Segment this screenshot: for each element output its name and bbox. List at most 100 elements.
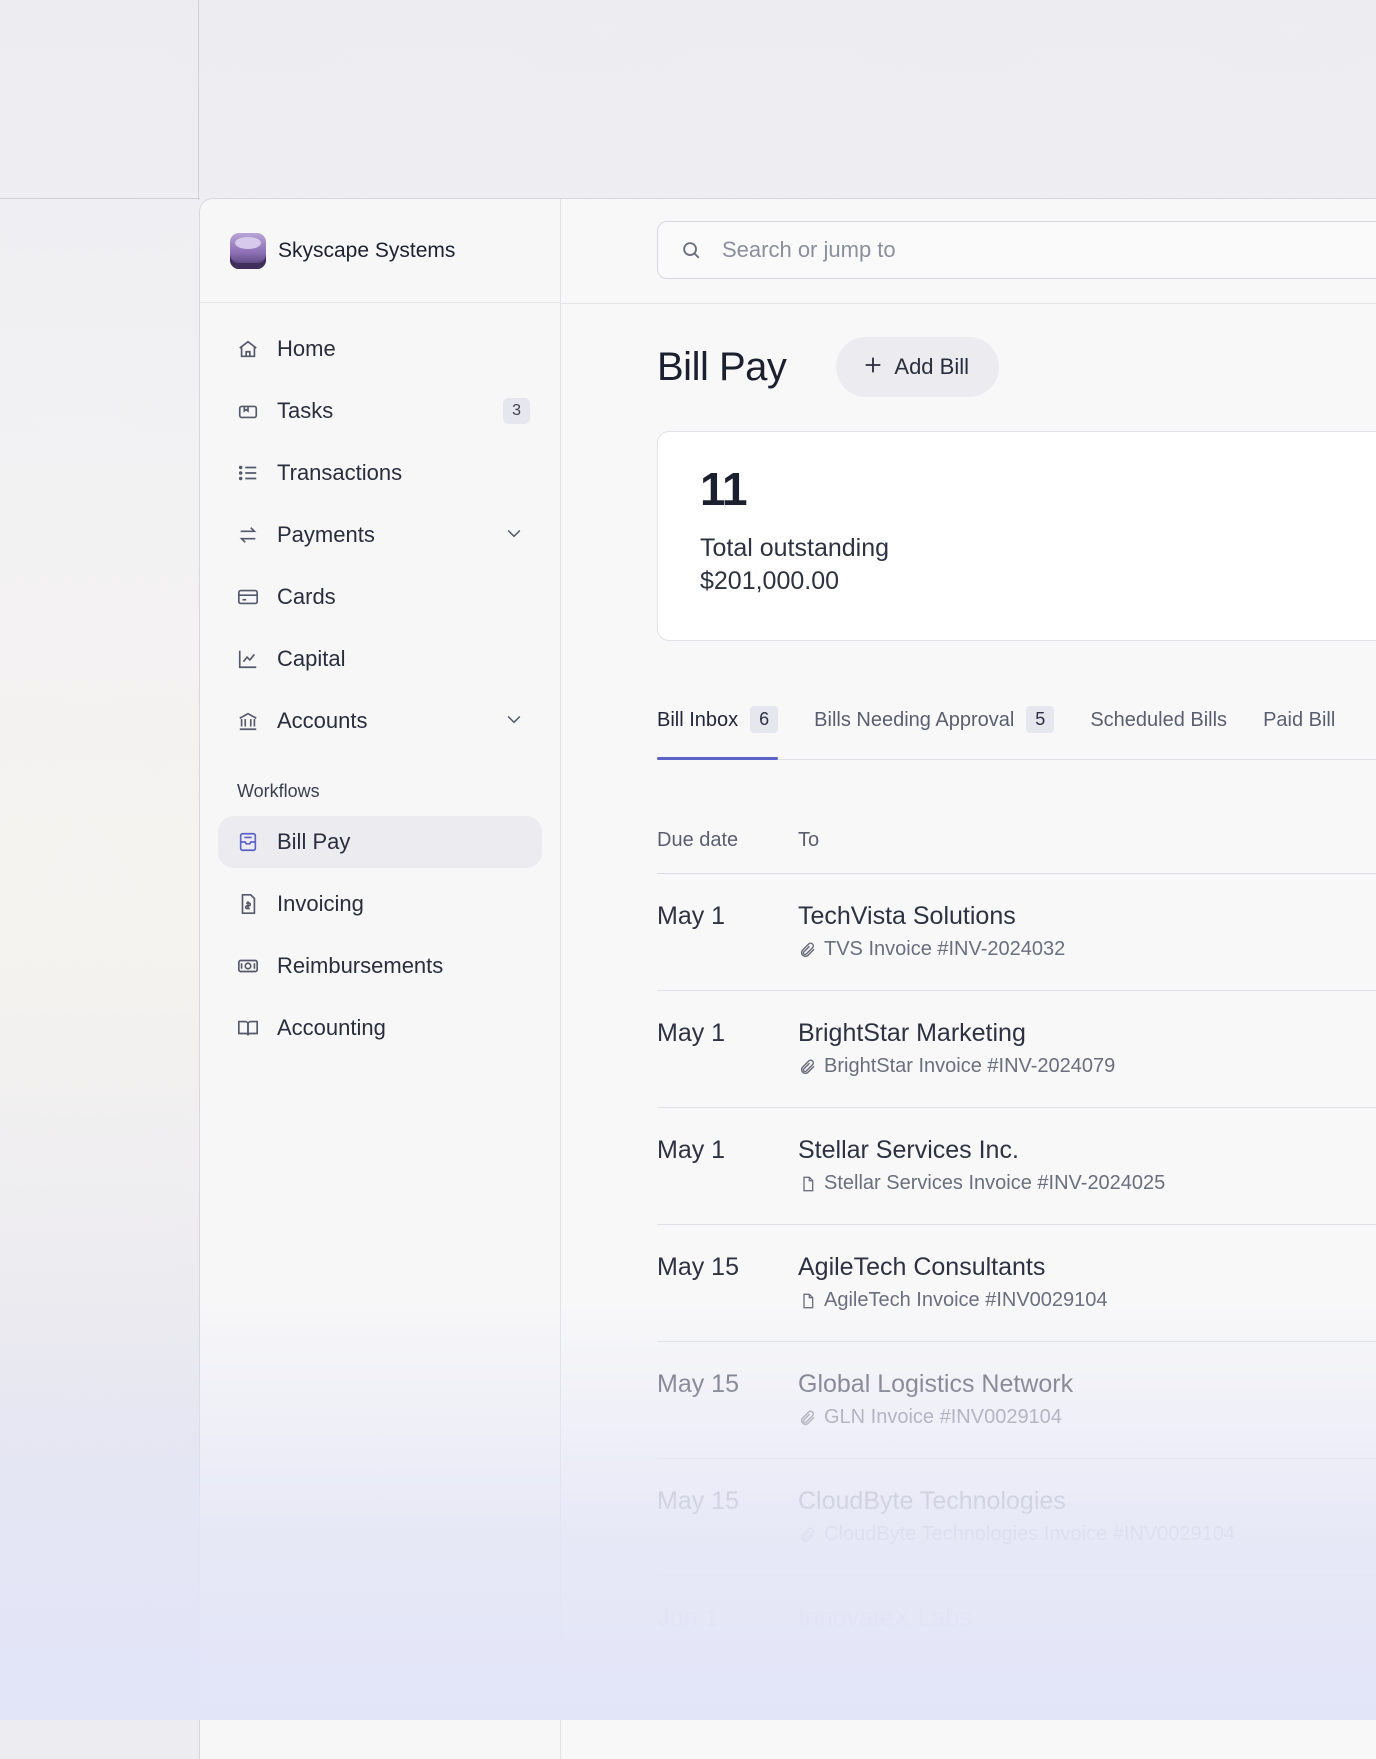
sidebar-item-tasks[interactable]: Tasks 3	[218, 385, 542, 437]
tab-bill-inbox[interactable]: Bill Inbox 6	[657, 706, 779, 760]
bills-table-body: May 1 TechVista Solutions TVS Invoice #I…	[657, 874, 1376, 1693]
book-icon	[236, 1016, 260, 1040]
invoice-label: CloudByte Technologies Invoice #INV00291…	[824, 1523, 1236, 1545]
due-date: Jun 1	[657, 1604, 719, 1632]
invoice-label: GLN Invoice #INV0029104	[824, 1406, 1062, 1428]
tab-label: Bills Needing Approval	[814, 709, 1015, 731]
sidebar-item-cards[interactable]: Cards	[218, 571, 542, 623]
sidebar-item-accounts[interactable]: Accounts	[218, 695, 542, 747]
workflows-section-label: Workflows	[237, 781, 320, 801]
sidebar-item-capital[interactable]: Capital	[218, 633, 542, 685]
due-date: May 15	[657, 1487, 739, 1515]
outstanding-caption: Total outstanding	[700, 534, 890, 562]
table-row[interactable]: May 15 AgileTech Consultants AgileTech I…	[657, 1225, 1376, 1342]
chevron-down-icon[interactable]	[504, 709, 524, 734]
main-content: Search or jump to Bill Pay Add Bill 11 T…	[561, 199, 1376, 1759]
due-date: May 1	[657, 1019, 726, 1047]
tab-label: Paid Bill	[1263, 709, 1336, 731]
app-window: Skyscape Systems Home Tasks 3 Transactio…	[199, 198, 1376, 1759]
due-date: May 15	[657, 1370, 739, 1398]
due-date: May 1	[657, 1136, 726, 1164]
tab-scheduled-bills[interactable]: Scheduled Bills	[1090, 709, 1227, 759]
summary-card: 11 Total outstanding $201,000.00	[657, 431, 1376, 641]
search-input[interactable]: Search or jump to	[657, 221, 1376, 279]
sidebar-item-label: Transactions	[277, 460, 403, 485]
sidebar-nav: Home Tasks 3 Transactions Payments Cards…	[218, 323, 542, 1064]
invoice-label: INV0022104	[912, 1640, 1024, 1662]
sidebar-item-label: Accounting	[277, 1015, 386, 1040]
home-icon	[236, 337, 260, 361]
invoice-reference: GLN Invoice #INV0029104	[798, 1406, 1062, 1429]
add-bill-label: Add Bill	[894, 354, 969, 379]
table-row[interactable]: May 1 BrightStar Marketing BrightStar In…	[657, 991, 1376, 1108]
vendor-name: Global Logistics Network	[798, 1370, 1074, 1398]
search-placeholder: Search or jump to	[722, 237, 896, 262]
column-header-to[interactable]: To	[798, 829, 819, 852]
sidebar: Skyscape Systems Home Tasks 3 Transactio…	[200, 199, 561, 1759]
tab-label: Scheduled Bills	[1090, 709, 1228, 731]
vendor-name: InnovateX Labs	[798, 1604, 972, 1632]
paperclip-icon	[798, 940, 818, 960]
invoice-reference: TVS Invoice #INV-2024032	[798, 938, 1065, 961]
bill-icon	[236, 830, 260, 854]
transfer-icon	[236, 523, 260, 547]
table-row[interactable]: Jun 1 InnovateX Labs INV0022104	[657, 1576, 1376, 1693]
tasks-count-badge: 3	[503, 398, 530, 424]
sidebar-item-transactions[interactable]: Transactions	[218, 447, 542, 499]
vendor-name: CloudByte Technologies	[798, 1487, 1066, 1515]
invoice-reference: BrightStar Invoice #INV-2024079	[798, 1055, 1115, 1078]
sidebar-item-accounting[interactable]: Accounting	[218, 1002, 542, 1054]
sidebar-item-home[interactable]: Home	[218, 323, 542, 375]
sidebar-item-label: Invoicing	[277, 891, 364, 916]
company-name: Skyscape Systems	[278, 238, 456, 262]
plus-icon	[862, 352, 884, 382]
vendor-name: TechVista Solutions	[798, 902, 1016, 930]
invoice-icon	[236, 892, 260, 916]
invoice-reference: INV0022104	[912, 1640, 1023, 1663]
sidebar-item-label: Cards	[277, 584, 336, 609]
invoice-label: AgileTech Invoice #INV0029104	[824, 1289, 1108, 1311]
add-bill-button[interactable]: Add Bill	[836, 337, 999, 397]
vendor-name: BrightStar Marketing	[798, 1019, 1026, 1047]
page-title: Bill Pay	[657, 344, 787, 389]
invoice-label: BrightStar Invoice #INV-2024079	[824, 1055, 1116, 1077]
tasks-icon	[236, 399, 260, 423]
bank-icon	[236, 709, 260, 733]
sidebar-item-payments[interactable]: Payments	[218, 509, 542, 561]
sidebar-item-bill-pay[interactable]: Bill Pay	[218, 816, 542, 868]
tab-count-badge: 6	[750, 706, 779, 733]
search-icon	[680, 239, 702, 261]
sidebar-item-reimbursements[interactable]: Reimbursements	[218, 940, 542, 992]
page-header: Bill Pay Add Bill	[657, 337, 999, 397]
chevron-down-icon[interactable]	[504, 523, 524, 548]
vendor-name: AgileTech Consultants	[798, 1253, 1046, 1281]
table-row[interactable]: May 15 CloudByte Technologies CloudByte …	[657, 1459, 1376, 1576]
invoice-reference: Stellar Services Invoice #INV-2024025	[798, 1172, 1165, 1195]
table-header: Due date To	[657, 819, 1376, 874]
table-row[interactable]: May 15 Global Logistics Network GLN Invo…	[657, 1342, 1376, 1459]
file-icon	[798, 1174, 818, 1194]
file-icon	[798, 1291, 818, 1311]
bill-tabs: Bill Inbox 6 Bills Needing Approval 5 Sc…	[657, 706, 1376, 760]
tab-paid-bills[interactable]: Paid Bill	[1263, 709, 1335, 759]
tab-count-badge: 5	[1026, 706, 1055, 733]
list-icon	[236, 461, 260, 485]
sidebar-item-label: Reimbursements	[277, 953, 444, 978]
tab-label: Bill Inbox	[657, 709, 739, 731]
brand[interactable]: Skyscape Systems	[200, 199, 560, 303]
outstanding-amount: $201,000.00	[700, 567, 840, 595]
due-date: May 15	[657, 1253, 739, 1281]
sidebar-item-label: Tasks	[277, 398, 334, 423]
table-row[interactable]: May 1 TechVista Solutions TVS Invoice #I…	[657, 874, 1376, 991]
invoice-reference: CloudByte Technologies Invoice #INV00291…	[798, 1523, 1235, 1546]
tab-bills-needing-approval[interactable]: Bills Needing Approval 5	[814, 706, 1055, 759]
table-row[interactable]: May 1 Stellar Services Inc. Stellar Serv…	[657, 1108, 1376, 1225]
background-guide-horizontal	[0, 198, 200, 199]
sidebar-item-invoicing[interactable]: Invoicing	[218, 878, 542, 930]
column-header-due-date[interactable]: Due date	[657, 829, 738, 852]
bill-count: 11	[700, 463, 748, 515]
paperclip-icon	[798, 1525, 818, 1545]
cash-icon	[236, 954, 260, 978]
paperclip-icon	[798, 1057, 818, 1077]
sidebar-item-label: Payments	[277, 522, 375, 547]
